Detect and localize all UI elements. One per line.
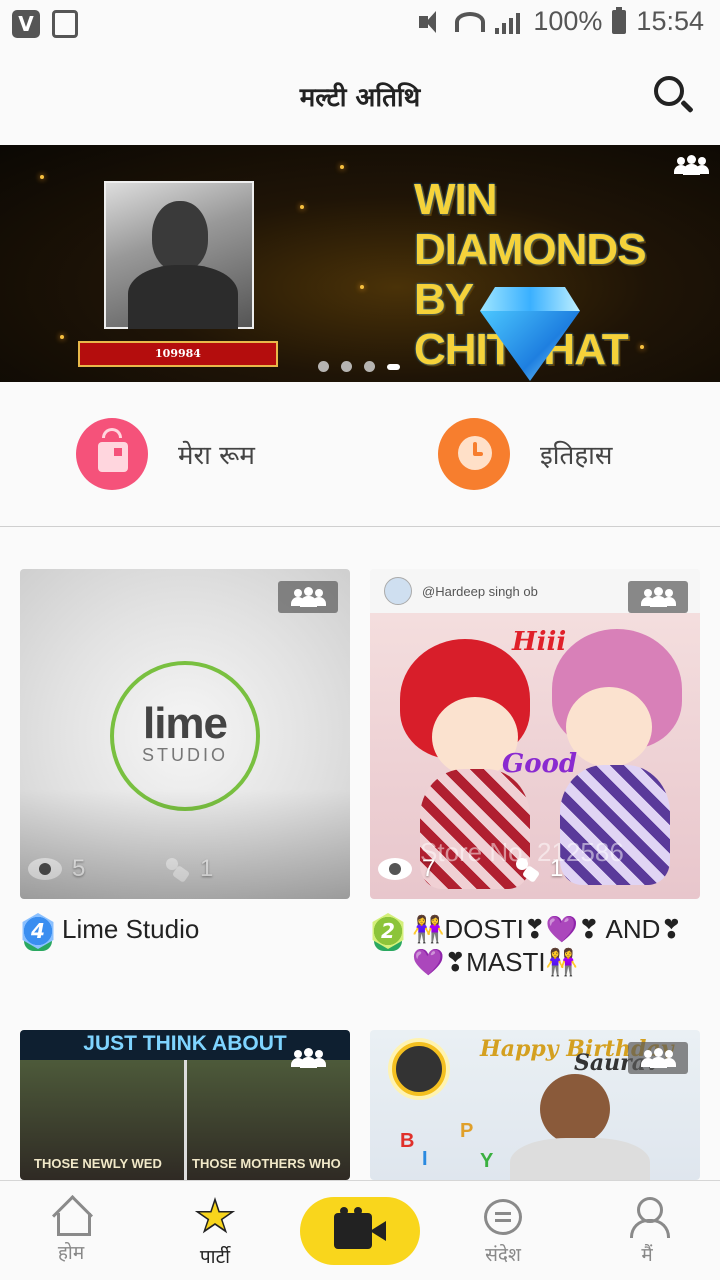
nav-party[interactable]: पार्टी — [165, 1193, 265, 1269]
room-stats: 7 1 — [378, 855, 692, 887]
room-stats: 5 1 — [28, 855, 342, 887]
viewer-count: 7 — [422, 855, 436, 882]
room-thumbnail[interactable]: JUST THINK ABOUT THOSE NEWLY WED THOSE M… — [20, 1030, 350, 1180]
room-title[interactable]: 2 👭DOSTI❣💜❣ AND❣💜❣MASTI👭 — [370, 913, 700, 979]
star-icon — [194, 1197, 236, 1234]
search-icon — [654, 76, 684, 106]
chat-bubble-icon — [484, 1199, 522, 1235]
status-right: 100% 15:54 — [417, 6, 704, 37]
battery-icon — [612, 6, 627, 34]
bottom-navigation: होम पार्टी संदेश मैं — [0, 1180, 720, 1280]
carousel-dot[interactable] — [318, 361, 329, 372]
eye-icon — [378, 858, 412, 880]
diamond-icon — [470, 287, 590, 381]
room-thumbnail[interactable]: Happy Birthday Saurav B I P Y — [370, 1030, 700, 1180]
group-icon — [278, 1042, 338, 1074]
microphone-icon — [164, 856, 190, 882]
thumbnail-handle: @Hardeep singh ob — [422, 583, 538, 599]
page-title: मल्टी अतिथि — [299, 83, 421, 113]
group-icon — [674, 155, 709, 175]
room-card[interactable]: @Hardeep singh ob Hiii Good Store No. 21… — [370, 569, 700, 979]
history-clock-icon — [438, 418, 510, 490]
carousel-dot[interactable] — [364, 361, 375, 372]
nav-home[interactable]: होम — [21, 1193, 121, 1265]
room-card[interactable]: Happy Birthday Saurav B I P Y — [370, 1030, 700, 1180]
room-thumbnail[interactable]: lime STUDIO 5 1 — [20, 569, 350, 899]
speaker-count: 1 — [550, 855, 564, 882]
nav-me[interactable]: मैं — [597, 1193, 697, 1267]
group-icon — [278, 581, 338, 613]
battery-percent: 100% — [533, 6, 603, 36]
nav-messages-label: संदेश — [485, 1244, 521, 1266]
room-icon — [76, 418, 148, 490]
room-name: Lime Studio — [62, 914, 200, 944]
level-badge-icon: 4 — [20, 913, 56, 953]
level-badge-icon: 2 — [370, 913, 406, 953]
promo-banner[interactable]: 109984 WIN DIAMONDS BY CHITCHAT — [0, 145, 720, 382]
group-icon — [628, 581, 688, 613]
room-card[interactable]: lime STUDIO 5 1 4 Lime Studio — [20, 569, 350, 953]
nav-me-label: मैं — [641, 1244, 653, 1266]
message-sync-icon — [52, 10, 78, 38]
carousel-indicator — [318, 361, 400, 372]
lime-logo-sub: STUDIO — [141, 745, 228, 765]
eye-icon — [28, 858, 62, 880]
room-card[interactable]: JUST THINK ABOUT THOSE NEWLY WED THOSE M… — [20, 1030, 350, 1180]
avatar — [392, 1042, 446, 1096]
status-left-icons: V — [12, 10, 78, 38]
search-button[interactable] — [650, 72, 696, 118]
clock: 15:54 — [636, 6, 704, 36]
video-camera-icon — [334, 1207, 386, 1249]
carousel-dot-active[interactable] — [387, 363, 400, 370]
history-label: इतिहास — [540, 441, 613, 471]
go-live-button[interactable] — [300, 1197, 420, 1265]
nav-messages[interactable]: संदेश — [453, 1193, 553, 1267]
banner-user-photo — [104, 181, 254, 329]
quick-actions: मेरा रूम इतिहास — [0, 382, 720, 527]
signal-icon — [495, 10, 523, 34]
mute-icon — [417, 10, 445, 34]
status-bar: V 100% 15:54 — [0, 0, 720, 50]
my-room-label: मेरा रूम — [178, 441, 255, 471]
speaker-count: 1 — [200, 855, 214, 882]
nav-home-label: होम — [57, 1242, 85, 1264]
lime-logo-text: lime — [142, 699, 228, 748]
avatar — [384, 577, 412, 605]
room-name: 👭DOSTI❣💜❣ AND❣💜❣MASTI👭 — [412, 914, 683, 977]
carousel-dot[interactable] — [341, 361, 352, 372]
user-icon — [628, 1197, 670, 1238]
v-app-icon: V — [12, 10, 40, 38]
my-room-button[interactable]: मेरा रूम — [76, 418, 255, 490]
room-thumbnail[interactable]: @Hardeep singh ob Hiii Good Store No. 21… — [370, 569, 700, 899]
home-icon — [53, 1199, 91, 1236]
banner-ribbon-id: 109984 — [78, 341, 278, 367]
history-button[interactable]: इतिहास — [438, 418, 612, 490]
microphone-icon — [514, 856, 540, 882]
group-icon — [628, 1042, 688, 1074]
room-title[interactable]: 4 Lime Studio — [20, 913, 350, 953]
wifi-icon — [455, 11, 486, 32]
app-header: मल्टी अतिथि — [0, 50, 720, 140]
nav-party-label: पार्टी — [199, 1246, 231, 1268]
viewer-count: 5 — [72, 855, 86, 882]
